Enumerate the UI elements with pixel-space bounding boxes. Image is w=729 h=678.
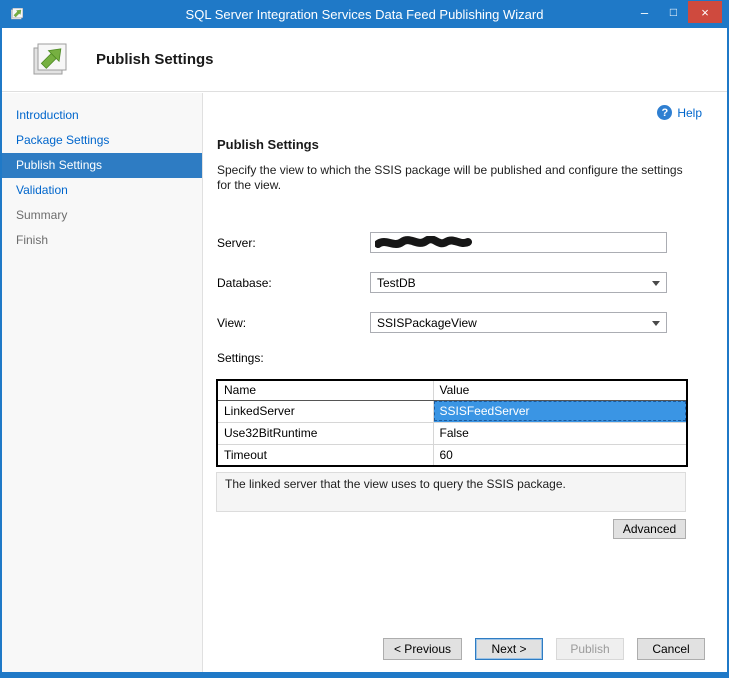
redacted-server-value <box>375 236 475 250</box>
app-icon <box>9 6 25 22</box>
settings-table: Name Value LinkedServer SSISFeedServer U… <box>216 379 688 467</box>
column-header-value: Value <box>433 380 687 400</box>
section-title: Publish Settings <box>217 137 319 152</box>
table-row: Use32BitRuntime False <box>217 422 687 444</box>
window-controls: – □ × <box>630 1 722 23</box>
chevron-down-icon <box>652 281 660 286</box>
setting-name-timeout[interactable]: Timeout <box>217 444 433 466</box>
setting-description: The linked server that the view uses to … <box>216 472 686 512</box>
step-publish-settings[interactable]: Publish Settings <box>2 153 202 178</box>
server-label: Server: <box>217 236 256 250</box>
table-row: Timeout 60 <box>217 444 687 466</box>
minimize-button[interactable]: – <box>630 1 659 23</box>
settings-label: Settings: <box>217 351 264 365</box>
setting-value-use32bitruntime[interactable]: False <box>433 422 687 444</box>
chevron-down-icon <box>652 321 660 326</box>
column-header-name: Name <box>217 380 433 400</box>
step-summary: Summary <box>2 203 202 228</box>
server-input[interactable] <box>370 232 667 253</box>
footer-buttons: < Previous Next > Publish Cancel <box>383 638 705 660</box>
step-finish: Finish <box>2 228 202 253</box>
view-label: View: <box>217 316 246 330</box>
view-dropdown[interactable]: SSISPackageView <box>370 312 667 333</box>
help-link[interactable]: ? Help <box>657 105 702 120</box>
close-button[interactable]: × <box>688 1 722 23</box>
publish-button: Publish <box>556 638 624 660</box>
step-package-settings[interactable]: Package Settings <box>2 128 202 153</box>
section-description: Specify the view to which the SSIS packa… <box>217 163 697 193</box>
page-title: Publish Settings <box>96 51 214 68</box>
view-value: SSISPackageView <box>377 316 477 330</box>
wizard-header: Publish Settings <box>2 28 727 92</box>
setting-name-linkedserver[interactable]: LinkedServer <box>217 400 433 422</box>
table-row: LinkedServer SSISFeedServer <box>217 400 687 422</box>
content-pane: ? Help Publish Settings Specify the view… <box>203 93 727 672</box>
step-validation[interactable]: Validation <box>2 178 202 203</box>
previous-button[interactable]: < Previous <box>383 638 462 660</box>
database-value: TestDB <box>377 276 416 290</box>
wizard-steps: Introduction Package Settings Publish Se… <box>2 93 203 672</box>
publish-settings-icon <box>28 40 72 80</box>
setting-name-use32bitruntime[interactable]: Use32BitRuntime <box>217 422 433 444</box>
maximize-button[interactable]: □ <box>659 1 688 23</box>
cancel-button[interactable]: Cancel <box>637 638 705 660</box>
setting-value-timeout[interactable]: 60 <box>433 444 687 466</box>
setting-value-linkedserver[interactable]: SSISFeedServer <box>433 400 687 422</box>
database-label: Database: <box>217 276 272 290</box>
wizard-window: SQL Server Integration Services Data Fee… <box>0 0 729 678</box>
step-introduction[interactable]: Introduction <box>2 103 202 128</box>
advanced-button[interactable]: Advanced <box>613 519 686 539</box>
database-dropdown[interactable]: TestDB <box>370 272 667 293</box>
help-icon: ? <box>657 105 672 120</box>
help-label: Help <box>677 106 702 120</box>
next-button[interactable]: Next > <box>475 638 543 660</box>
titlebar[interactable]: SQL Server Integration Services Data Fee… <box>2 0 727 28</box>
window-title: SQL Server Integration Services Data Fee… <box>2 7 727 22</box>
